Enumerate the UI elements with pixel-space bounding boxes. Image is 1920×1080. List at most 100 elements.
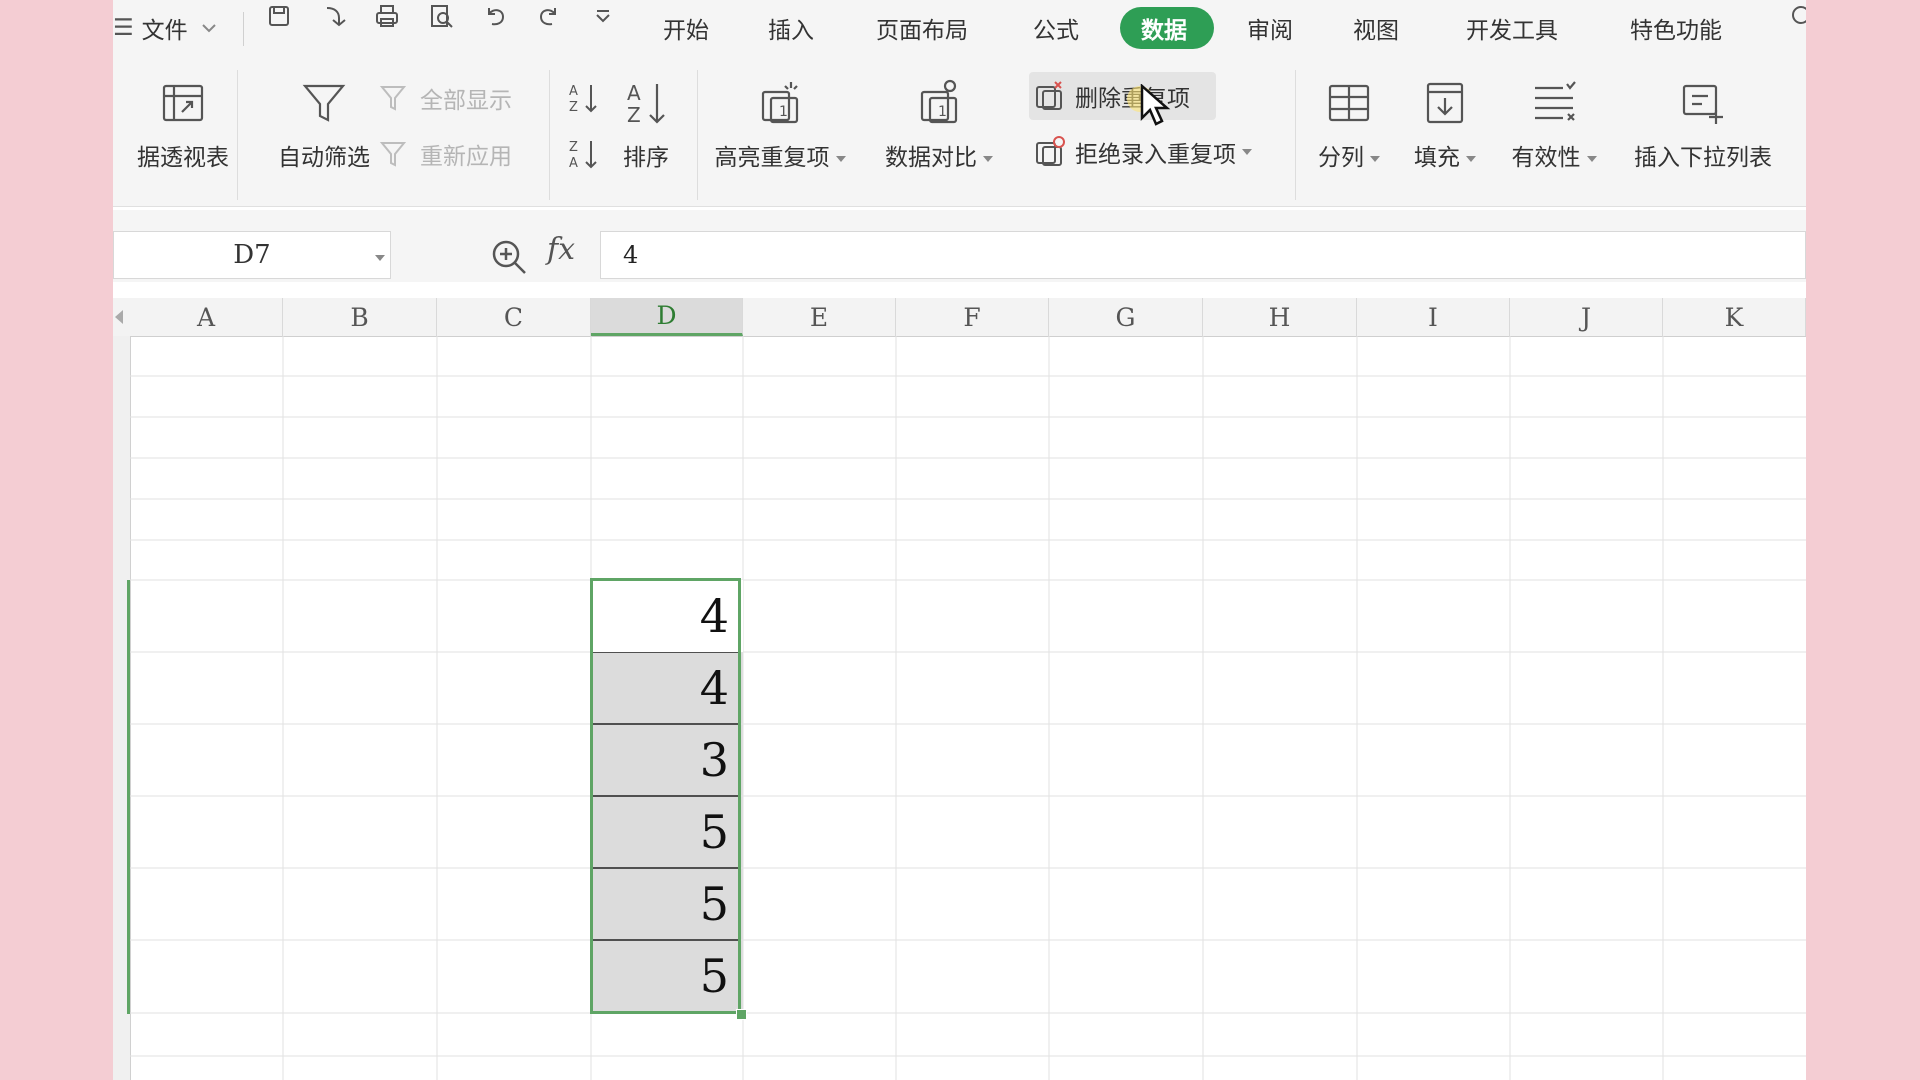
column-header-j[interactable]: J bbox=[1510, 298, 1663, 336]
sort-button[interactable]: AZ 排序 bbox=[611, 78, 681, 172]
split-columns-label: 分列 bbox=[1318, 138, 1380, 172]
column-header-i[interactable]: I bbox=[1357, 298, 1510, 336]
data-compare-label: 数据对比 bbox=[885, 138, 993, 172]
print-preview-icon[interactable] bbox=[425, 0, 457, 32]
menu-divider bbox=[243, 12, 244, 46]
spreadsheet-app: ☰ 文件 开始 插入 页面布局 公式 数据 审阅 视图 开发工具 特色功能 据透… bbox=[113, 0, 1806, 1080]
sort-descending-icon: ZA bbox=[569, 140, 597, 171]
tab-developer[interactable]: 开发工具 bbox=[1466, 0, 1558, 56]
svg-text:Z: Z bbox=[627, 103, 641, 127]
zoom-formula-icon[interactable] bbox=[489, 237, 529, 277]
search-icon[interactable] bbox=[1785, 0, 1806, 32]
fill-button[interactable]: 填充 bbox=[1403, 78, 1487, 172]
print-icon[interactable] bbox=[371, 0, 403, 32]
data-compare-button[interactable]: 1 数据对比 bbox=[869, 78, 1009, 172]
ribbon-divider bbox=[549, 70, 550, 200]
cell-grid[interactable] bbox=[130, 336, 1806, 1080]
svg-text:Z: Z bbox=[569, 100, 578, 115]
formula-bar: D7 fx 4 bbox=[113, 210, 1806, 282]
customize-dropdown-icon[interactable] bbox=[587, 0, 619, 32]
tab-insert[interactable]: 插入 bbox=[768, 0, 814, 56]
column-header-h[interactable]: H bbox=[1203, 298, 1357, 336]
validity-icon bbox=[1529, 78, 1579, 132]
name-box[interactable]: D7 bbox=[113, 231, 391, 279]
sort-ascending-icon: AZ bbox=[569, 84, 597, 115]
insert-function-button[interactable]: fx bbox=[547, 232, 575, 267]
svg-text:1: 1 bbox=[938, 104, 947, 120]
pivot-table-label: 据透视表 bbox=[137, 145, 229, 171]
column-header-e[interactable]: E bbox=[743, 298, 896, 336]
svg-text:Z: Z bbox=[569, 140, 578, 155]
ribbon-divider bbox=[237, 70, 238, 200]
svg-text:A: A bbox=[569, 84, 578, 99]
chevron-down-icon bbox=[201, 24, 216, 33]
tab-review[interactable]: 审阅 bbox=[1247, 0, 1293, 56]
column-header-g[interactable]: G bbox=[1049, 298, 1203, 336]
svg-text:1: 1 bbox=[779, 104, 788, 120]
redo-icon[interactable] bbox=[533, 0, 565, 32]
split-columns-button[interactable]: 分列 bbox=[1307, 78, 1391, 172]
split-columns-icon bbox=[1324, 78, 1374, 132]
file-menu[interactable]: ☰ 文件 bbox=[113, 0, 218, 56]
show-all-button[interactable]: 全部显示 bbox=[378, 78, 512, 118]
select-all-corner-icon[interactable] bbox=[115, 310, 123, 324]
tab-home[interactable]: 开始 bbox=[663, 0, 709, 56]
highlight-duplicates-icon: 1 bbox=[755, 78, 805, 132]
column-header-d[interactable]: D bbox=[591, 298, 743, 336]
hamburger-icon: ☰ bbox=[113, 15, 134, 41]
column-header-c[interactable]: C bbox=[437, 298, 591, 336]
dropdown-caret-icon bbox=[1466, 155, 1476, 162]
highlight-duplicates-label: 高亮重复项 bbox=[715, 138, 846, 172]
tab-data[interactable]: 数据 bbox=[1141, 0, 1187, 56]
tab-special-features[interactable]: 特色功能 bbox=[1630, 0, 1722, 56]
reapply-label: 重新应用 bbox=[420, 144, 512, 170]
reject-duplicates-button[interactable]: 拒绝录入重复项 bbox=[1033, 132, 1252, 172]
insert-dropdown-list-button[interactable]: 插入下拉列表 bbox=[1623, 78, 1783, 172]
export-icon[interactable] bbox=[317, 0, 349, 32]
validity-button[interactable]: 有效性 bbox=[1499, 78, 1609, 172]
name-box-dropdown-icon[interactable] bbox=[375, 255, 385, 261]
highlight-duplicates-button[interactable]: 1 高亮重复项 bbox=[705, 78, 855, 172]
reapply-icon bbox=[379, 142, 407, 167]
column-header-f[interactable]: F bbox=[896, 298, 1049, 336]
auto-filter-button[interactable]: 自动筛选 bbox=[259, 78, 389, 172]
tab-page-layout[interactable]: 页面布局 bbox=[876, 0, 968, 56]
tab-formulas[interactable]: 公式 bbox=[1033, 0, 1079, 56]
menu-bar: ☰ 文件 开始 插入 页面布局 公式 数据 审阅 视图 开发工具 特色功能 bbox=[113, 0, 1806, 56]
dropdown-caret-icon bbox=[835, 155, 846, 162]
mouse-cursor-icon bbox=[1140, 84, 1171, 126]
sort-az-icon: AZ bbox=[621, 78, 671, 132]
dropdown-caret-icon bbox=[1370, 155, 1380, 162]
sort-label: 排序 bbox=[623, 145, 669, 171]
fill-label: 填充 bbox=[1414, 138, 1476, 172]
data-compare-icon: 1 bbox=[914, 78, 964, 132]
remove-duplicates-icon bbox=[1036, 81, 1062, 110]
show-all-icon bbox=[379, 86, 407, 111]
save-icon[interactable] bbox=[263, 0, 295, 32]
dropdown-caret-icon bbox=[983, 155, 993, 162]
selection-border bbox=[590, 578, 741, 1014]
column-header-k[interactable]: K bbox=[1663, 298, 1806, 336]
reapply-button[interactable]: 重新应用 bbox=[378, 134, 512, 174]
auto-filter-label: 自动筛选 bbox=[278, 145, 370, 171]
formula-input[interactable]: 4 bbox=[600, 231, 1806, 279]
svg-text:A: A bbox=[627, 81, 641, 105]
insert-dropdown-list-icon bbox=[1678, 78, 1728, 132]
fill-handle[interactable] bbox=[736, 1009, 747, 1020]
dropdown-caret-icon bbox=[1242, 149, 1252, 155]
reject-duplicates-label: 拒绝录入重复项 bbox=[1075, 142, 1236, 168]
column-header-a[interactable]: A bbox=[130, 298, 283, 336]
file-menu-label: 文件 bbox=[141, 18, 188, 44]
filter-icon bbox=[299, 78, 349, 132]
undo-icon[interactable] bbox=[479, 0, 511, 32]
validity-label: 有效性 bbox=[1512, 138, 1597, 172]
show-all-label: 全部显示 bbox=[420, 88, 512, 114]
reject-duplicates-icon bbox=[1036, 136, 1065, 166]
sort-descending-button[interactable]: ZA bbox=[567, 134, 601, 174]
pivot-table-button[interactable]: 据透视表 bbox=[113, 78, 253, 172]
tab-view[interactable]: 视图 bbox=[1353, 0, 1399, 56]
fill-down-icon bbox=[1420, 78, 1470, 132]
pivot-table-icon bbox=[158, 78, 208, 132]
sort-ascending-button[interactable]: AZ bbox=[567, 78, 601, 118]
column-header-b[interactable]: B bbox=[283, 298, 437, 336]
